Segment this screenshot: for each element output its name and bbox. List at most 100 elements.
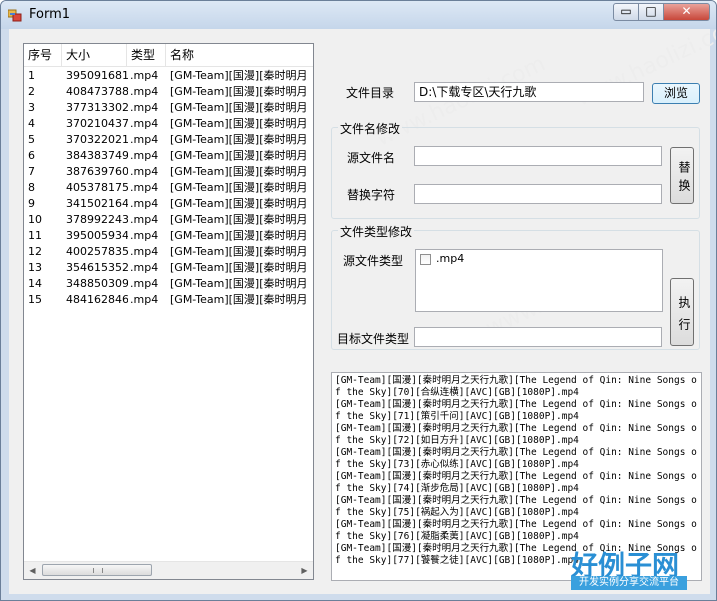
table-row[interactable]: 5 370322021 .mp4 [GM-Team][国漫][秦时明月	[24, 132, 313, 148]
checklist-item-label: .mp4	[436, 252, 465, 265]
cell-index: 4	[28, 117, 35, 130]
cell-type: .mp4	[130, 133, 159, 146]
horizontal-scrollbar[interactable]: ◀ ▶	[24, 561, 313, 579]
dir-input[interactable]: D:\下载专区\天行九歌	[414, 82, 644, 102]
cell-name: [GM-Team][国漫][秦时明月	[170, 165, 308, 178]
cell-index: 14	[28, 277, 42, 290]
scroll-right-icon[interactable]: ▶	[296, 562, 313, 579]
table-row[interactable]: 9 341502164 .mp4 [GM-Team][国漫][秦时明月	[24, 196, 313, 212]
cell-size: 377313302	[66, 101, 128, 114]
execute-button[interactable]: 执行	[670, 278, 694, 346]
logo-subtitle: 开发实例分享交流平台	[571, 576, 687, 590]
scroll-left-icon[interactable]: ◀	[24, 562, 41, 579]
cell-name: [GM-Team][国漫][秦时明月	[170, 85, 308, 98]
cell-index: 1	[28, 69, 35, 82]
cell-type: .mp4	[130, 245, 159, 258]
rename-group: 文件名修改	[331, 120, 700, 219]
cell-index: 6	[28, 149, 35, 162]
table-row[interactable]: 3 377313302 .mp4 [GM-Team][国漫][秦时明月	[24, 100, 313, 116]
cell-name: [GM-Team][国漫][秦时明月	[170, 117, 308, 130]
column-header-name[interactable]: 名称	[166, 44, 313, 66]
replace-label: 替换字符	[347, 188, 396, 202]
minimize-icon: ▭	[620, 4, 632, 18]
cell-size: 395005934	[66, 229, 128, 242]
main-window: Form1 ▭ □ ✕ www.haolizi.com www.haolizi.…	[0, 0, 717, 601]
cell-type: .mp4	[130, 165, 159, 178]
column-header-type[interactable]: 类型	[127, 44, 166, 66]
cell-type: .mp4	[130, 261, 159, 274]
column-header-index[interactable]: 序号	[24, 44, 62, 66]
dir-label: 文件目录	[346, 86, 395, 100]
cell-size: 370322021	[66, 133, 128, 146]
source-name-label: 源文件名	[347, 151, 396, 165]
title-bar[interactable]: Form1 ▭ □ ✕	[1, 1, 716, 29]
cell-size: 384383749	[66, 149, 128, 162]
maximize-icon: □	[645, 4, 657, 18]
cell-size: 341502164	[66, 197, 128, 210]
cell-index: 2	[28, 85, 35, 98]
source-name-input[interactable]	[414, 146, 662, 166]
rename-group-title: 文件名修改	[338, 120, 403, 137]
cell-name: [GM-Team][国漫][秦时明月	[170, 101, 308, 114]
scroll-thumb[interactable]	[42, 564, 152, 576]
output-line: [GM-Team][国漫][秦时明月之天行九歌][The Legend of Q…	[335, 399, 697, 422]
cell-index: 7	[28, 165, 35, 178]
table-row[interactable]: 12 400257835 .mp4 [GM-Team][国漫][秦时明月	[24, 244, 313, 260]
column-header-size[interactable]: 大小	[62, 44, 127, 66]
table-row[interactable]: 10 378992243 .mp4 [GM-Team][国漫][秦时明月	[24, 212, 313, 228]
cell-index: 5	[28, 133, 35, 146]
list-header: 序号 大小 类型 名称	[24, 44, 313, 67]
table-row[interactable]: 2 408473788 .mp4 [GM-Team][国漫][秦时明月	[24, 84, 313, 100]
list-rows: 1 395091681 .mp4 [GM-Team][国漫][秦时明月 2 408473…	[24, 68, 313, 308]
cell-name: [GM-Team][国漫][秦时明月	[170, 229, 308, 242]
cell-type: .mp4	[130, 117, 159, 130]
cell-name: [GM-Team][国漫][秦时明月	[170, 213, 308, 226]
cell-type: .mp4	[130, 85, 159, 98]
cell-size: 484162846	[66, 293, 128, 306]
cell-size: 395091681	[66, 69, 128, 82]
cell-index: 8	[28, 181, 35, 194]
cell-size: 387639760	[66, 165, 128, 178]
cell-name: [GM-Team][国漫][秦时明月	[170, 197, 308, 210]
target-type-input[interactable]	[414, 327, 662, 347]
cell-name: [GM-Team][国漫][秦时明月	[170, 277, 308, 290]
file-list-view[interactable]: 序号 大小 类型 名称 1 395091681 .mp4 [GM-Team][国漫][…	[23, 43, 314, 580]
cell-size: 354615352	[66, 261, 128, 274]
cell-type: .mp4	[130, 181, 159, 194]
watermark-logo: 好例子网 开发实例分享交流平台	[571, 544, 691, 590]
table-row[interactable]: 13 354615352 .mp4 [GM-Team][国漫][秦时明月	[24, 260, 313, 276]
table-row[interactable]: 14 348850309 .mp4 [GM-Team][国漫][秦时明月	[24, 276, 313, 292]
cell-name: [GM-Team][国漫][秦时明月	[170, 293, 308, 306]
table-row[interactable]: 6 384383749 .mp4 [GM-Team][国漫][秦时明月	[24, 148, 313, 164]
cell-index: 3	[28, 101, 35, 114]
maximize-button[interactable]: □	[638, 3, 664, 21]
minimize-button[interactable]: ▭	[613, 3, 639, 21]
close-button[interactable]: ✕	[663, 3, 710, 21]
table-row[interactable]: 8 405378175 .mp4 [GM-Team][国漫][秦时明月	[24, 180, 313, 196]
cell-size: 400257835	[66, 245, 128, 258]
table-row[interactable]: 15 484162846 .mp4 [GM-Team][国漫][秦时明月	[24, 292, 313, 308]
cell-index: 11	[28, 229, 42, 242]
cell-type: .mp4	[130, 69, 159, 82]
cell-index: 15	[28, 293, 42, 306]
checkbox[interactable]	[420, 254, 431, 265]
grip-icon	[93, 568, 103, 573]
cell-size: 378992243	[66, 213, 128, 226]
browse-button[interactable]: 浏览	[652, 83, 700, 104]
replace-button[interactable]: 替换	[670, 147, 694, 204]
replace-input[interactable]	[414, 184, 662, 204]
cell-type: .mp4	[130, 229, 159, 242]
cell-index: 12	[28, 245, 42, 258]
table-row[interactable]: 7 387639760 .mp4 [GM-Team][国漫][秦时明月	[24, 164, 313, 180]
type-group-title: 文件类型修改	[338, 223, 415, 240]
cell-type: .mp4	[130, 277, 159, 290]
cell-size: 405378175	[66, 181, 128, 194]
cell-size: 348850309	[66, 277, 128, 290]
table-row[interactable]: 11 395005934 .mp4 [GM-Team][国漫][秦时明月	[24, 228, 313, 244]
cell-type: .mp4	[130, 213, 159, 226]
cell-name: [GM-Team][国漫][秦时明月	[170, 261, 308, 274]
table-row[interactable]: 1 395091681 .mp4 [GM-Team][国漫][秦时明月	[24, 68, 313, 84]
source-type-checklist[interactable]: .mp4	[415, 249, 663, 312]
cell-index: 13	[28, 261, 42, 274]
table-row[interactable]: 4 370210437 .mp4 [GM-Team][国漫][秦时明月	[24, 116, 313, 132]
